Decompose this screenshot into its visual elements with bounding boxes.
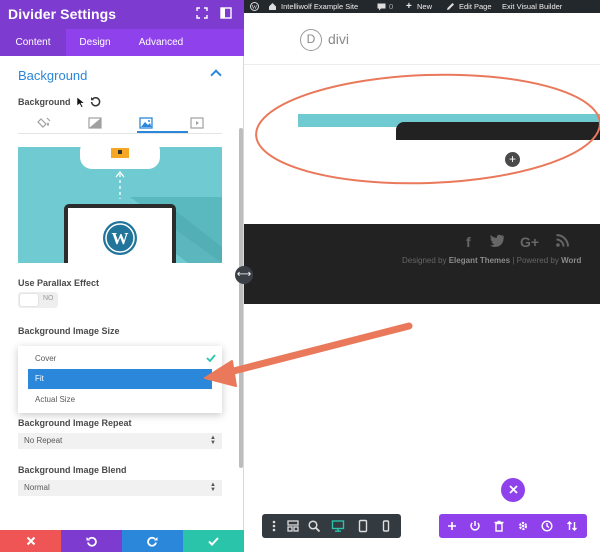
expand-icon[interactable]	[195, 7, 209, 21]
redo-icon	[147, 536, 158, 547]
elegant-themes-link[interactable]: Elegant Themes	[449, 256, 510, 265]
svg-text:W: W	[252, 5, 258, 11]
wp-admin-bar: W Intelliwolf Example Site 0 + New Edit …	[244, 0, 600, 13]
sidebar-dock-icon[interactable]	[219, 7, 233, 21]
background-section-title[interactable]: Background	[18, 68, 87, 83]
site-name-link[interactable]: Intelliwolf Example Site	[281, 0, 358, 13]
trash-icon[interactable]	[492, 519, 506, 533]
tab-design[interactable]: Design	[66, 29, 124, 56]
save-button[interactable]	[183, 530, 244, 552]
select-arrows-icon: ▲ ▼	[210, 482, 216, 493]
tablet-view-icon[interactable]	[356, 519, 370, 533]
cursor-icon	[76, 96, 86, 108]
parallax-label: Use Parallax Effect	[18, 278, 100, 288]
settings-tabs: Content Design Advanced	[0, 29, 244, 56]
tab-content[interactable]: Content	[0, 29, 66, 56]
desktop-view-icon[interactable]	[331, 519, 345, 533]
tab-advanced[interactable]: Advanced	[124, 29, 198, 56]
chevron-up-icon[interactable]	[210, 69, 222, 81]
plus-icon[interactable]	[445, 519, 459, 533]
zoom-icon[interactable]	[307, 519, 321, 533]
check-icon	[206, 354, 216, 362]
home-icon	[269, 3, 276, 10]
check-icon	[208, 537, 219, 546]
background-type-tabs	[18, 113, 222, 134]
size-option-fit[interactable]: Fit	[28, 369, 212, 389]
wireframe-icon[interactable]	[286, 519, 300, 533]
image-repeat-label: Background Image Repeat	[18, 418, 132, 428]
image-blend-select[interactable]: Normal ▲ ▼	[18, 480, 222, 496]
annotation-arrow	[218, 322, 413, 378]
google-plus-icon[interactable]: G+	[520, 234, 539, 250]
more-options-icon[interactable]	[267, 519, 281, 533]
panel-action-bar	[0, 530, 244, 552]
gear-icon[interactable]	[516, 519, 530, 533]
image-icon[interactable]	[138, 116, 154, 130]
site-header: D divi	[244, 13, 600, 65]
rss-icon[interactable]	[556, 234, 569, 250]
portability-icon[interactable]	[565, 519, 579, 533]
active-type-indicator	[137, 131, 188, 133]
builder-view-toolbar	[262, 514, 401, 538]
color-fill-icon[interactable]	[37, 116, 53, 130]
facebook-icon[interactable]: f	[466, 234, 471, 250]
svg-text:W: W	[112, 229, 129, 248]
redo-button[interactable]	[122, 530, 183, 552]
close-builder-fab[interactable]	[501, 478, 525, 502]
close-icon	[508, 485, 518, 494]
image-size-label: Background Image Size	[18, 326, 120, 336]
video-icon[interactable]	[189, 116, 205, 130]
panel-header: Divider Settings	[0, 0, 244, 29]
background-image-preview[interactable]: W	[18, 147, 222, 263]
parallax-toggle[interactable]: NO	[18, 292, 58, 308]
reset-icon[interactable]	[90, 96, 101, 107]
image-preview-illustration: W	[18, 147, 222, 263]
image-size-dropdown[interactable]: Cover Fit Actual Size	[18, 346, 222, 413]
exit-visual-builder-link[interactable]: Exit Visual Builder	[502, 0, 562, 13]
background-label: Background	[18, 97, 71, 107]
undo-button[interactable]	[61, 530, 122, 552]
undo-icon	[86, 536, 97, 547]
phone-view-icon[interactable]	[379, 519, 393, 533]
divi-logo-mark[interactable]: D	[300, 29, 322, 51]
gradient-icon[interactable]	[87, 116, 103, 130]
select-arrows-icon: ▲ ▼	[210, 435, 216, 446]
size-option-cover[interactable]: Cover	[28, 349, 216, 369]
panel-resize-handle[interactable]: ⟷	[235, 266, 253, 284]
pencil-icon	[447, 3, 454, 10]
twitter-icon[interactable]	[490, 234, 505, 250]
site-footer: f G+ Designed by Elegant Themes | Powere…	[244, 224, 600, 304]
builder-actions-toolbar	[439, 514, 587, 538]
wordpress-link[interactable]: Word	[561, 256, 581, 265]
panel-scrollbar[interactable]	[239, 128, 243, 468]
divi-logo-text[interactable]: divi	[328, 31, 349, 47]
wordpress-logo-icon[interactable]: W	[250, 2, 259, 11]
close-icon	[26, 536, 35, 546]
comments-icon[interactable]	[377, 3, 386, 11]
image-repeat-select[interactable]: No Repeat ▲ ▼	[18, 433, 222, 449]
footer-credit: Designed by Elegant Themes | Powered by …	[402, 256, 582, 265]
toggle-state-text: NO	[43, 295, 54, 302]
size-option-actual-size[interactable]: Actual Size	[28, 390, 212, 410]
plus-icon: +	[406, 1, 412, 12]
new-content-link[interactable]: New	[417, 0, 432, 13]
discard-button[interactable]	[0, 530, 61, 552]
history-icon[interactable]	[540, 519, 554, 533]
comments-count: 0	[389, 2, 394, 11]
panel-title: Divider Settings	[8, 6, 117, 22]
power-icon[interactable]	[468, 519, 482, 533]
edit-page-link[interactable]: Edit Page	[459, 0, 492, 13]
divider-settings-panel: Divider Settings Content Design Advanced…	[0, 0, 244, 552]
toggle-knob	[20, 294, 38, 306]
divider-image-edge	[396, 122, 600, 140]
image-blend-label: Background Image Blend	[18, 465, 127, 475]
add-row-button[interactable]: +	[505, 152, 520, 167]
